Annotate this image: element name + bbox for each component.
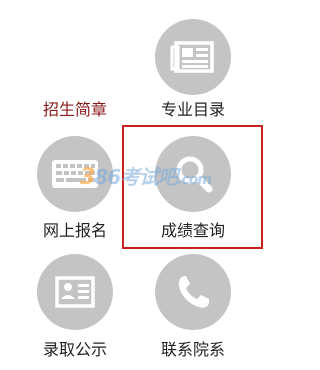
tile-admission[interactable]: 录取公示 xyxy=(20,250,130,370)
tile-label-register: 网上报名 xyxy=(42,221,107,240)
newspaper-icon xyxy=(155,19,231,95)
tile-label-major-list: 专业目录 xyxy=(160,100,225,119)
tile-label-score: 成绩查询 xyxy=(160,221,225,240)
tile-zhaosheng[interactable]: 招生简章 xyxy=(20,0,130,120)
watermark-logo: 386考试吧.com xyxy=(80,165,212,190)
tile-label-admission: 录取公示 xyxy=(42,340,107,359)
tile-contact[interactable]: 联系院系 xyxy=(138,250,248,370)
tile-major-list[interactable]: 专业目录 xyxy=(138,0,248,120)
id-card-icon xyxy=(37,254,113,330)
tile-label-contact: 联系院系 xyxy=(160,340,225,359)
phone-icon xyxy=(155,254,231,330)
tile-label-zhaosheng: 招生简章 xyxy=(42,100,107,119)
